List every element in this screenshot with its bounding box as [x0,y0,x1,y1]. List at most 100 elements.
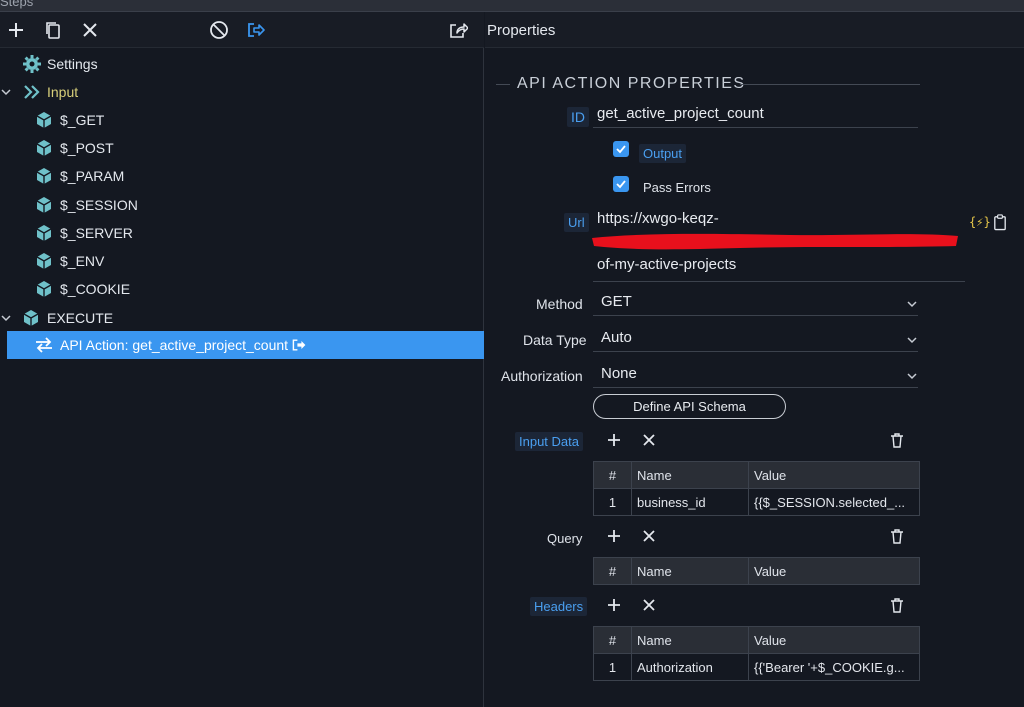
output-icon [248,23,265,37]
share-button[interactable] [446,18,470,42]
tree-label-session: $_SESSION [60,197,138,213]
add-header-button[interactable] [605,596,623,614]
output-checkbox[interactable] [613,141,629,157]
cube-icon [34,138,54,158]
cell-value[interactable]: {{'Bearer '+$_COOKIE.g... [748,653,920,681]
tree-item-api-action[interactable]: API Action: get_active_project_count [7,331,484,359]
close-icon [643,530,655,542]
tree-item-env[interactable]: $_ENV [0,247,484,275]
url-field-line1[interactable]: https://xwgo-keqz- [597,210,719,227]
cube-icon [34,251,54,271]
cell-index: 1 [593,488,632,516]
delete-header-button[interactable] [888,596,906,614]
chevron-down-icon[interactable] [906,298,918,310]
properties-header [485,12,1024,48]
tree-item-session[interactable]: $_SESSION [0,191,484,219]
tree-label-execute: EXECUTE [47,310,114,326]
tree-item-get[interactable]: $_GET [0,106,484,134]
table-header-row: # Name Value [593,626,920,654]
section-title: API ACTION PROPERTIES [517,75,746,92]
swap-arrows-icon [34,335,54,355]
input-data-label: Input Data [515,432,583,451]
datatype-underline [593,351,918,352]
remove-input-button[interactable] [640,431,658,449]
remove-query-button[interactable] [640,527,658,545]
tree-item-input[interactable]: Input [0,78,484,106]
copy-step-button[interactable] [41,18,65,42]
close-icon [83,23,97,37]
table-row[interactable]: 1 business_id {{$_SESSION.selected_... [593,488,920,516]
section-divider [740,84,920,85]
id-label: ID [567,107,589,127]
trash-icon [891,529,903,544]
url-tools: {⚡} [969,213,1007,231]
redaction-mark [592,233,958,250]
trash-icon [891,598,903,613]
cube-icon [34,195,54,215]
delete-query-button[interactable] [888,527,906,545]
authorization-underline [593,387,918,388]
tree-item-post[interactable]: $_POST [0,134,484,162]
disable-step-button[interactable] [207,18,231,42]
datatype-select[interactable]: Auto [601,329,632,346]
delete-input-button[interactable] [888,431,906,449]
pass-errors-label: Pass Errors [643,180,711,195]
cube-icon [34,279,54,299]
add-query-button[interactable] [605,527,623,545]
col-value: Value [748,626,920,654]
plus-icon [608,434,620,446]
cell-name[interactable]: Authorization [631,653,749,681]
chevron-down-icon[interactable] [0,86,12,98]
plus-icon [9,23,23,37]
method-select[interactable]: GET [601,293,632,310]
headers-label: Headers [530,597,588,616]
authorization-select[interactable]: None [601,365,637,382]
tree-item-param[interactable]: $_PARAM [0,162,484,190]
pass-errors-checkbox[interactable] [613,176,629,192]
tree-label-server: $_SERVER [60,225,133,241]
col-name: Name [631,461,749,489]
steps-panel: Settings Input $_GET $_POST $_PARAM $_SE… [0,12,484,707]
query-table: # Name Value [593,557,920,585]
add-step-button[interactable] [4,18,28,42]
col-value: Value [748,557,920,585]
col-value: Value [748,461,920,489]
cell-name[interactable]: business_id [631,488,749,516]
url-field-line3[interactable]: of-my-active-projects [597,256,736,273]
close-icon [643,599,655,611]
define-api-schema-button[interactable]: Define API Schema [593,394,786,419]
remove-header-button[interactable] [640,596,658,614]
close-icon [643,434,655,446]
chevron-down-icon[interactable] [906,334,918,346]
method-label: Method [536,296,583,312]
output-label: Output [639,144,687,163]
check-icon [616,145,626,154]
tree-item-server[interactable]: $_SERVER [0,219,484,247]
tree-item-settings[interactable]: Settings [0,50,484,78]
tree-label-input: Input [47,84,79,100]
tree-label-param: $_PARAM [60,168,125,184]
col-index: # [593,557,632,585]
table-row[interactable]: 1 Authorization {{'Bearer '+$_COOKIE.g..… [593,653,920,681]
chevron-down-icon[interactable] [906,370,918,382]
cell-value[interactable]: {{$_SESSION.selected_... [748,488,920,516]
clipboard-icon[interactable] [993,213,1007,231]
delete-step-button[interactable] [78,18,102,42]
tree-item-execute[interactable]: EXECUTE [0,304,484,332]
tree-label-api-action: API Action: get_active_project_count [60,337,289,353]
method-underline [593,315,918,316]
double-chevron-icon [22,82,42,102]
table-header-row: # Name Value [593,461,920,489]
id-field[interactable]: get_active_project_count [597,105,764,122]
tree-label-get: $_GET [60,112,105,128]
steps-toolbar [0,12,484,48]
tree-item-cookie[interactable]: $_COOKIE [0,275,484,303]
chevron-down-icon[interactable] [0,312,12,324]
dynamic-data-icon[interactable]: {⚡} [969,215,991,229]
tree-label-cookie: $_COOKIE [60,281,131,297]
add-input-button[interactable] [605,431,623,449]
table-header-row: # Name Value [593,557,920,585]
output-step-button[interactable] [244,18,268,42]
col-index: # [593,626,632,654]
cube-icon [34,166,54,186]
